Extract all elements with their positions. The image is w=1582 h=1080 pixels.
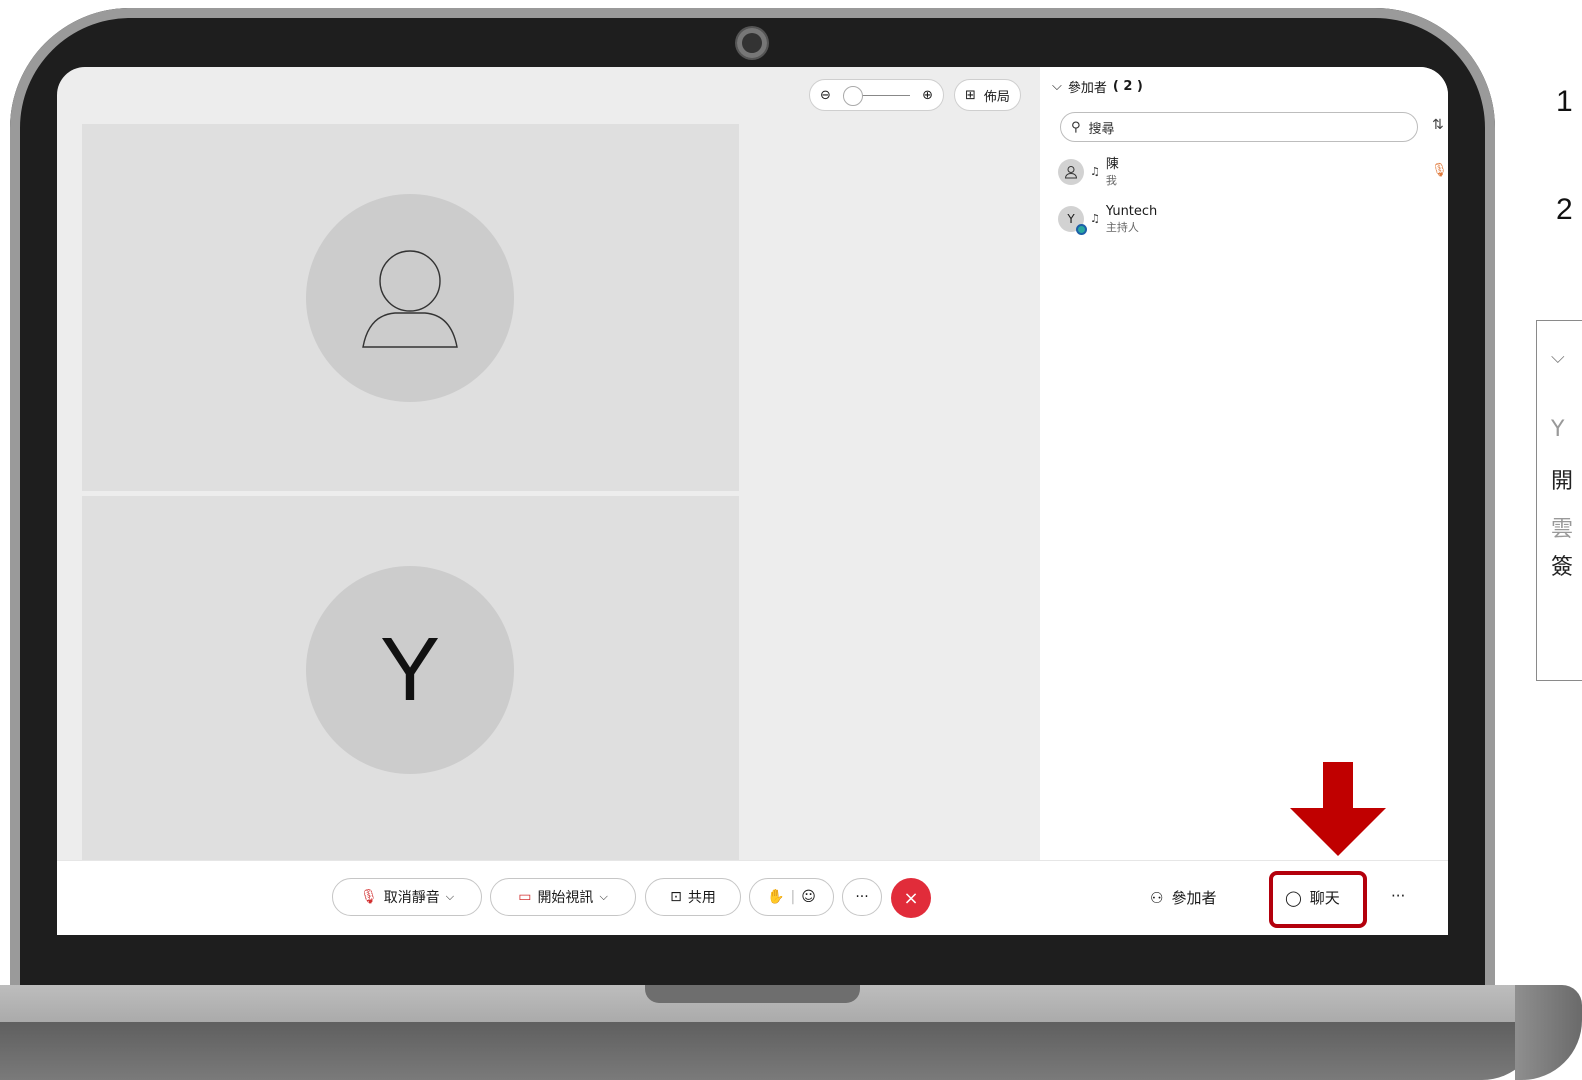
meeting-window: Y ⊖ ⊕ ⊞ 佈局 ⌵ 參加者 ( 2 ) ⚲ 搜尋 ⇅ ♫ 陳 我 🎙 Y … (57, 67, 1448, 935)
headset-icon: ♫ (1090, 212, 1100, 225)
laptop-notch (645, 985, 860, 1003)
annotation-arrow (1323, 762, 1353, 810)
participants-panel: ⌵ 參加者 ( 2 ) ⚲ 搜尋 ⇅ ♫ 陳 我 🎙 Y ♫ Yuntech 主… (1040, 67, 1448, 860)
participant-row[interactable]: Y ♫ Yuntech 主持人 (1058, 204, 1157, 236)
zoom-track[interactable] (842, 85, 911, 106)
stage-controls: ⊖ ⊕ ⊞ 佈局 (809, 79, 1021, 111)
end-call-button[interactable]: × (891, 878, 931, 918)
participants-button[interactable]: ⚇ 參加者 (1150, 887, 1216, 908)
avatar (306, 194, 514, 402)
start-video-label: 開始視訊 (537, 890, 594, 906)
unmute-label: 取消靜音 (383, 890, 440, 906)
layout-label: 佈局 (983, 89, 1010, 105)
raise-hand-icon[interactable]: ✋ (767, 889, 784, 905)
participant-name: Yuntech (1105, 204, 1158, 219)
zoom-slider[interactable]: ⊖ ⊕ (809, 79, 944, 111)
participants-label: 參加者 (1171, 889, 1217, 907)
zoom-knob[interactable] (842, 85, 863, 106)
avatar: Y (306, 566, 514, 774)
participants-icon: ⚇ (1150, 888, 1164, 907)
share-label: 共用 (687, 890, 716, 906)
share-screen-icon: ⊡ (670, 889, 682, 905)
video-tile-self[interactable] (82, 124, 739, 491)
chat-preview-box: ⌵ Y 開 雲 簽 (1536, 320, 1582, 681)
share-button[interactable]: ⊡ 共用 (645, 878, 741, 916)
unmute-button[interactable]: 🎙 取消靜音 ⌵ (332, 878, 482, 916)
avatar: Y (1058, 206, 1087, 235)
step-number: 1 (1556, 85, 1573, 118)
close-icon: × (903, 887, 919, 909)
chevron-down-icon[interactable]: ⌵ (1052, 79, 1062, 94)
grid-icon: ⊞ (965, 87, 976, 103)
overflow-button[interactable]: ··· (1391, 887, 1405, 905)
more-icon: ··· (855, 889, 869, 905)
preview-line: 開 (1551, 469, 1574, 494)
divider: | (790, 889, 796, 905)
emoji-icon[interactable]: ☺ (801, 889, 816, 905)
participant-role: 主持人 (1105, 221, 1139, 234)
laptop-base-bottom (0, 1022, 1540, 1080)
video-tile-host[interactable]: Y (82, 496, 739, 861)
meeting-toolbar: 🎙 取消靜音 ⌵ ▭ 開始視訊 ⌵ ⊡ 共用 ✋ | ☺ ··· × ⚇ 參加者 (57, 860, 1448, 935)
reactions-group: ✋ | ☺ (749, 878, 834, 916)
search-icon: ⚲ (1071, 119, 1081, 135)
panel-title: 參加者 (1067, 81, 1107, 96)
participant-row[interactable]: ♫ 陳 我 (1058, 157, 1119, 189)
avatar-initial: Y (1067, 212, 1075, 226)
annotation-arrow-head (1290, 808, 1386, 856)
muted-mic-icon[interactable]: 🎙 (1431, 163, 1448, 178)
headset-icon: ♫ (1090, 165, 1100, 178)
person-icon (1064, 166, 1078, 179)
participant-role: 我 (1105, 174, 1117, 187)
more-options-button[interactable]: ··· (842, 878, 882, 916)
sort-icon[interactable]: ⇅ (1432, 117, 1444, 133)
participant-count: ( 2 ) (1112, 79, 1143, 94)
participants-panel-header[interactable]: ⌵ 參加者 ( 2 ) (1052, 77, 1143, 96)
preview-line: Y (1551, 417, 1565, 442)
video-off-icon: ▭ (518, 889, 532, 905)
avatar-initial: Y (379, 619, 441, 720)
preview-line: 雲 (1551, 517, 1574, 542)
avatar (1058, 159, 1084, 185)
host-badge-icon (1076, 224, 1087, 235)
chat-highlight-box (1269, 871, 1367, 928)
participant-name: 陳 (1105, 157, 1119, 172)
chevron-down-icon[interactable]: ⌵ (446, 890, 454, 904)
more-icon: ··· (1391, 887, 1406, 905)
laptop-base-edge (1515, 985, 1582, 1080)
start-video-button[interactable]: ▭ 開始視訊 ⌵ (490, 878, 636, 916)
search-placeholder: 搜尋 (1088, 121, 1115, 137)
step-number: 2 (1556, 193, 1573, 226)
mic-off-icon: 🎙 (359, 889, 378, 905)
chevron-down-icon[interactable]: ⌵ (599, 890, 607, 904)
search-input[interactable]: ⚲ 搜尋 (1060, 112, 1418, 142)
chevron-down-icon: ⌵ (1551, 347, 1565, 368)
zoom-in-icon[interactable]: ⊕ (922, 88, 933, 103)
person-icon (362, 250, 458, 348)
preview-line: 簽 (1551, 555, 1574, 580)
zoom-out-icon[interactable]: ⊖ (820, 88, 831, 103)
webcam-icon (737, 28, 767, 58)
layout-button[interactable]: ⊞ 佈局 (954, 79, 1021, 111)
